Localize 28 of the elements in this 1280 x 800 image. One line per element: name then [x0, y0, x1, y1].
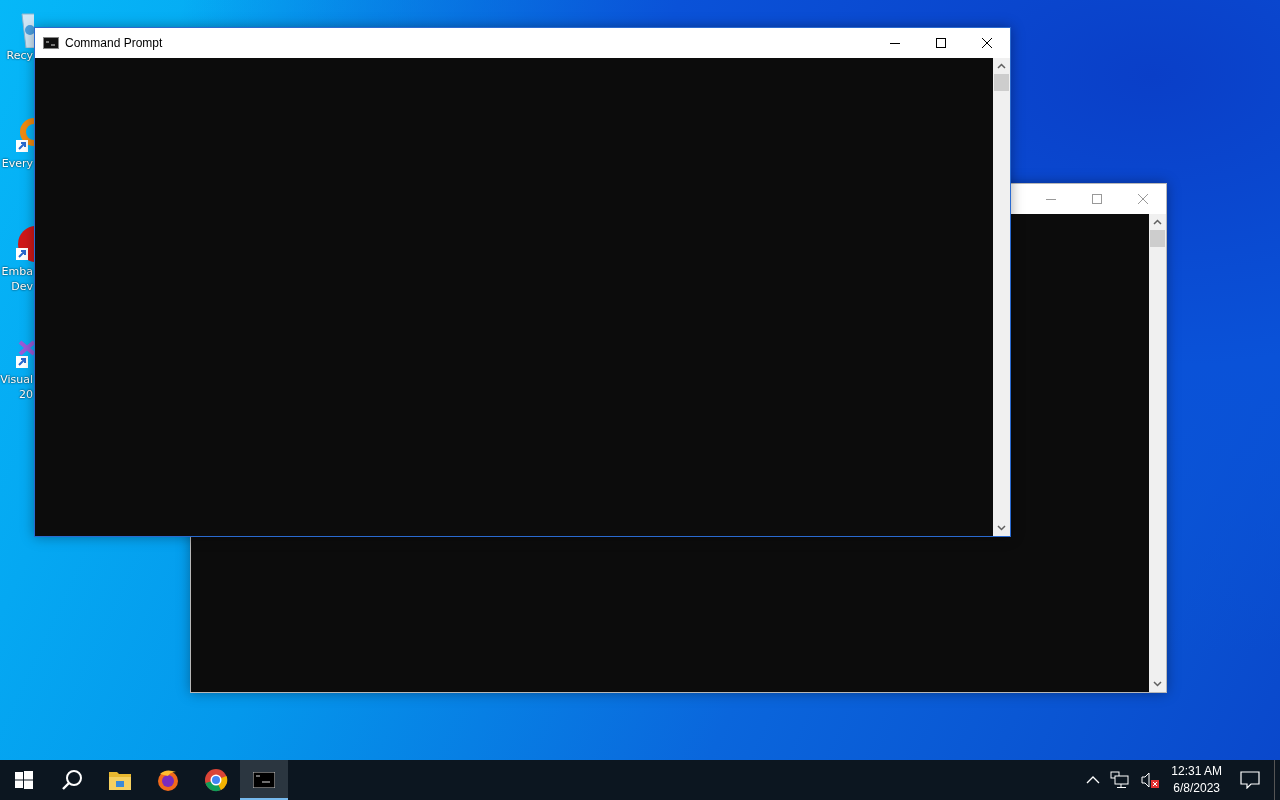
network-icon[interactable]: [1110, 771, 1131, 789]
icon-label: Visual: [0, 372, 33, 387]
clock-time: 12:31 AM: [1171, 763, 1222, 780]
console-icon: [43, 37, 59, 49]
maximize-icon: [935, 37, 947, 49]
browser-icon: [204, 768, 228, 792]
console-icon: [253, 772, 275, 788]
icon-label: 20: [19, 387, 33, 402]
window-title: Command Prompt: [65, 36, 163, 50]
maximize-icon: [1091, 193, 1103, 205]
icon-label: Recy: [6, 48, 33, 63]
browser-icon: [156, 768, 180, 792]
close-icon: [1137, 193, 1149, 205]
folder-icon: [108, 769, 132, 791]
console-taskbar-button[interactable]: [240, 760, 288, 800]
clock[interactable]: 12:31 AM 6/8/2023: [1171, 763, 1222, 797]
scrollbar[interactable]: [993, 58, 1010, 536]
search-icon: [61, 769, 83, 791]
volume-icon[interactable]: [1140, 771, 1161, 789]
chevron-up-icon[interactable]: [1086, 775, 1101, 785]
icon-label: Every: [1, 156, 33, 171]
clock-date: 6/8/2023: [1173, 780, 1220, 797]
icon-label: Dev: [11, 279, 33, 294]
windows-logo-icon: [15, 771, 33, 789]
close-icon: [981, 37, 993, 49]
scroll-thumb[interactable]: [994, 74, 1009, 91]
notifications-icon[interactable]: [1240, 771, 1260, 789]
icon-label: Emba: [1, 264, 33, 279]
